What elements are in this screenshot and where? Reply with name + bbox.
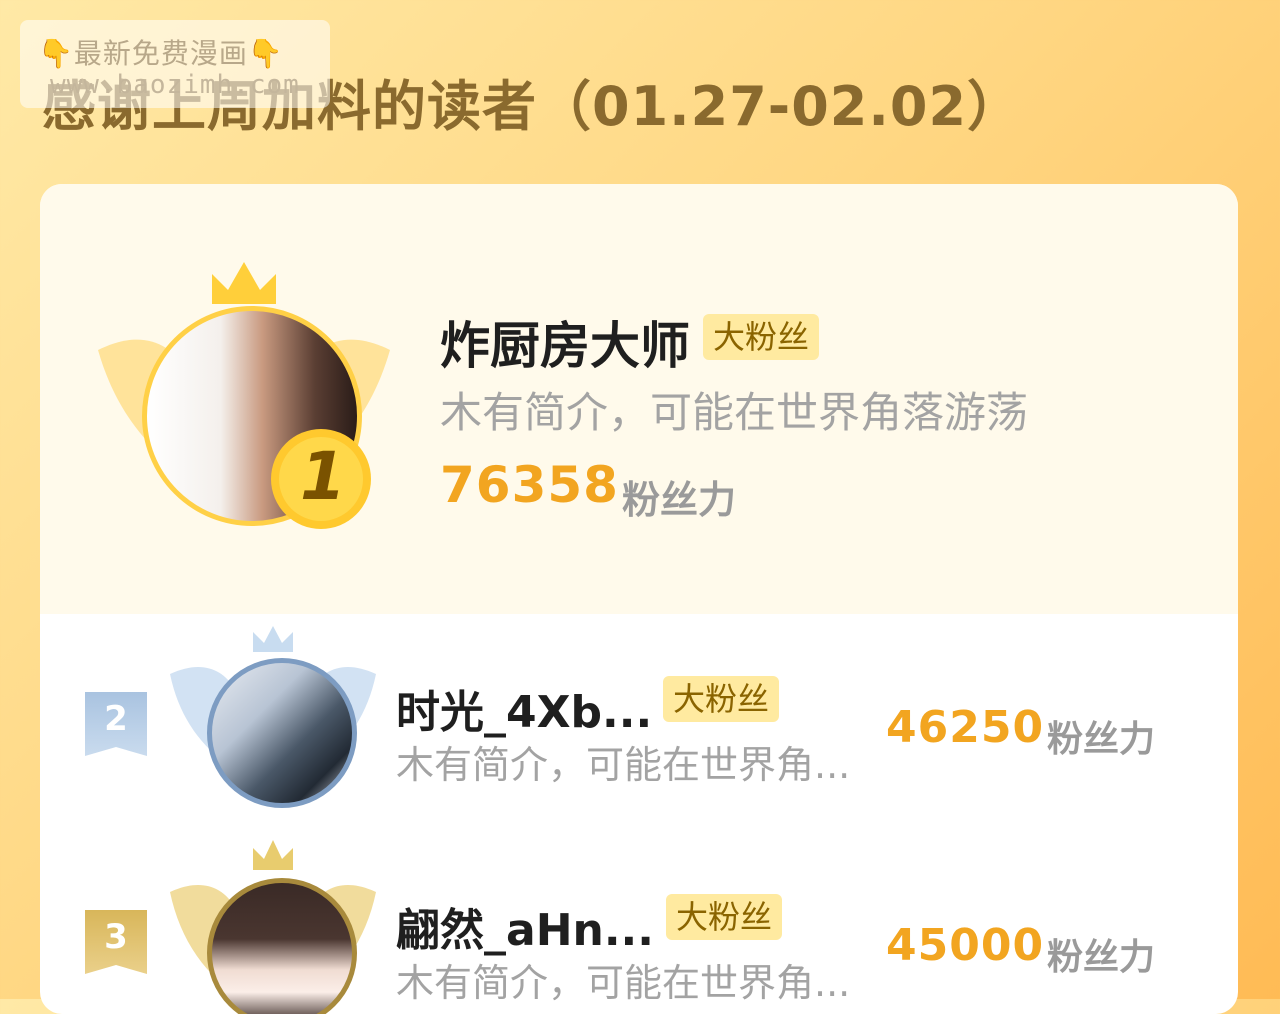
watermark-url: www.baozimh.com bbox=[50, 70, 300, 100]
fan-score: 45000 bbox=[886, 920, 1045, 971]
fan-score: 76358 bbox=[440, 456, 619, 514]
fan-badge: 大粉丝 bbox=[663, 676, 780, 722]
reader-bio: 木有简介，可能在世界角落游荡 bbox=[440, 388, 1029, 437]
reader-bio: 木有简介，可能在世界角... bbox=[396, 743, 851, 787]
pointing-down-icon: 👇 bbox=[247, 37, 284, 70]
watermark-line1: 👇最新免费漫画👇 bbox=[38, 37, 284, 70]
avatar[interactable] bbox=[207, 658, 357, 808]
rank-number: 1 bbox=[300, 438, 346, 515]
fan-score-unit: 粉丝力 bbox=[1047, 719, 1156, 760]
rank-flag: 3 bbox=[85, 910, 147, 974]
list-item[interactable]: 3 翩然_aHn... 大粉丝 木有简介，可能在世界角... 45000 粉丝力 bbox=[40, 832, 1238, 1014]
rank-flag: 2 bbox=[85, 692, 147, 756]
reader-name[interactable]: 炸厨房大师 bbox=[440, 306, 690, 378]
watermark: 👇最新免费漫画👇 www.baozimh.com bbox=[20, 20, 330, 108]
reader-name[interactable]: 时光_4Xb... bbox=[396, 676, 652, 740]
list-item[interactable]: 2 时光_4Xb... 大粉丝 木有简介，可能在世界角... 46250 粉丝力 bbox=[40, 614, 1238, 829]
fan-badge: 大粉丝 bbox=[666, 894, 783, 940]
fan-score-unit: 粉丝力 bbox=[622, 478, 737, 522]
pointing-down-icon: 👇 bbox=[38, 37, 74, 70]
fan-score: 46250 bbox=[886, 702, 1045, 753]
fan-badge: 大粉丝 bbox=[703, 314, 820, 360]
fan-score-unit: 粉丝力 bbox=[1047, 937, 1156, 978]
reader-name[interactable]: 翩然_aHn... bbox=[396, 894, 654, 958]
leaderboard-card: 1 炸厨房大师 大粉丝 木有简介，可能在世界角落游荡 76358 粉丝力 2 时… bbox=[40, 184, 1238, 1014]
top-reader-section[interactable]: 1 炸厨房大师 大粉丝 木有简介，可能在世界角落游荡 76358 粉丝力 bbox=[40, 184, 1238, 614]
